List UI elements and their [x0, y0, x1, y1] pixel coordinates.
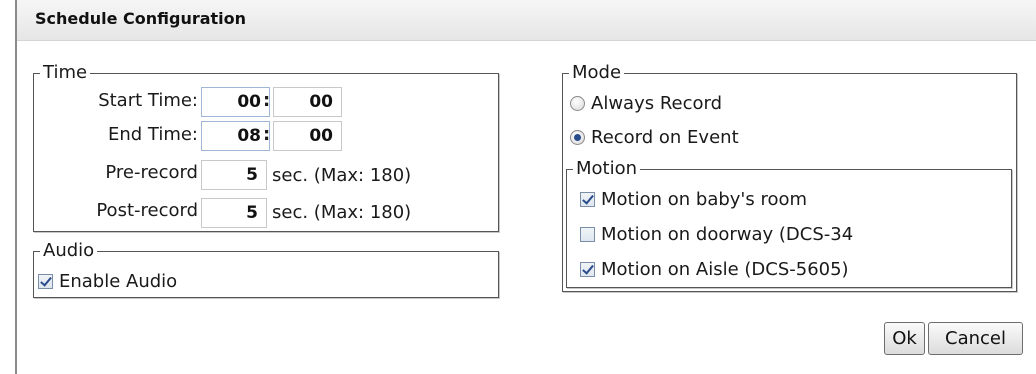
post-record-input[interactable] — [201, 198, 267, 228]
post-record-label: Post-record — [96, 200, 198, 221]
end-time-label: End Time: — [107, 124, 198, 145]
record-on-event-label: Record on Event — [591, 127, 739, 148]
motion-legend: Motion — [576, 158, 638, 179]
end-minute-input[interactable] — [273, 121, 342, 151]
motion-item[interactable]: Motion on doorway (DCS-34 — [580, 224, 853, 245]
record-on-event-radio[interactable] — [570, 130, 585, 145]
motion-checkbox[interactable] — [580, 262, 595, 277]
dialog-header: Schedule Configuration — [17, 0, 1036, 41]
always-record-label: Always Record — [591, 93, 723, 114]
ok-button[interactable]: Ok — [884, 322, 925, 355]
motion-item-label: Motion on Aisle (DCS-5605) — [601, 259, 849, 280]
always-record-option[interactable]: Always Record — [570, 93, 722, 114]
motion-item[interactable]: Motion on Aisle (DCS-5605) — [580, 259, 849, 280]
motion-checkbox[interactable] — [580, 192, 595, 207]
mode-legend: Mode — [572, 62, 622, 83]
audio-legend: Audio — [43, 240, 95, 261]
post-record-unit: sec. (Max: 180) — [272, 202, 412, 223]
end-colon: : — [263, 124, 271, 145]
start-minute-input[interactable] — [273, 87, 342, 117]
pre-record-label: Pre-record — [105, 162, 198, 183]
left-border — [15, 0, 17, 374]
motion-item-label: Motion on doorway (DCS-34 — [601, 224, 854, 245]
enable-audio-label: Enable Audio — [59, 271, 178, 292]
enable-audio-checkbox[interactable] — [38, 274, 53, 289]
enable-audio-option[interactable]: Enable Audio — [38, 271, 177, 292]
dialog-title: Schedule Configuration — [35, 9, 247, 28]
start-time-label: Start Time: — [98, 90, 198, 111]
start-colon: : — [263, 90, 271, 111]
pre-record-unit: sec. (Max: 180) — [272, 165, 412, 186]
record-on-event-option[interactable]: Record on Event — [570, 127, 739, 148]
cancel-button[interactable]: Cancel — [928, 322, 1023, 355]
always-record-radio[interactable] — [570, 96, 585, 111]
end-hour-input[interactable] — [201, 121, 270, 151]
motion-item-label: Motion on baby's room — [601, 189, 808, 210]
motion-checkbox[interactable] — [580, 227, 595, 242]
motion-item[interactable]: Motion on baby's room — [580, 189, 807, 210]
start-hour-input[interactable] — [201, 87, 270, 117]
pre-record-input[interactable] — [201, 160, 267, 190]
time-legend: Time — [43, 62, 88, 83]
